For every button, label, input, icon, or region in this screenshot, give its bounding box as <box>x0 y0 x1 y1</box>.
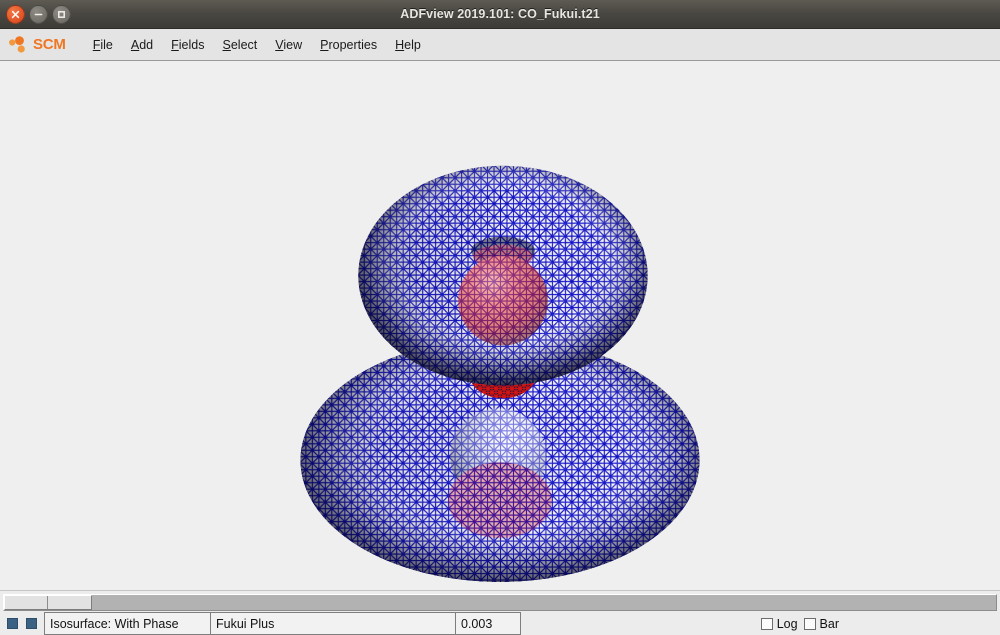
scrollbar-track[interactable] <box>3 594 997 611</box>
close-icon <box>11 10 20 18</box>
window-controls <box>0 4 71 24</box>
field-list-scrollbar[interactable] <box>0 591 1000 612</box>
field-panel: Isosurface: With Phase Fukui Plus 0.003 … <box>0 590 1000 635</box>
menu-select[interactable]: Select <box>214 34 267 56</box>
field-isovalue[interactable]: 0.003 <box>455 612 521 635</box>
menu-help[interactable]: Help <box>386 34 430 56</box>
menu-add[interactable]: Add <box>122 34 162 56</box>
minimize-button[interactable] <box>29 4 48 24</box>
log-checkbox[interactable] <box>760 617 773 630</box>
menu-fields[interactable]: Fields <box>162 34 213 56</box>
scrollbar-thumb-right <box>48 596 91 609</box>
minimize-icon <box>34 13 43 15</box>
window-title: ADFview 2019.101: CO_Fukui.t21 <box>400 7 600 21</box>
adfview-window: ADFview 2019.101: CO_Fukui.t21 SCM File … <box>0 0 1000 635</box>
isosurface-render <box>0 61 1000 590</box>
menu-file[interactable]: File <box>84 34 122 56</box>
field-name[interactable]: Fukui Plus <box>210 612 455 635</box>
molecule-viewport[interactable] <box>0 61 1000 590</box>
maximize-button[interactable] <box>52 4 71 24</box>
log-option[interactable]: Log <box>760 616 798 631</box>
maximize-icon <box>58 10 65 18</box>
window-titlebar: ADFview 2019.101: CO_Fukui.t21 <box>0 0 1000 29</box>
bar-checkbox[interactable] <box>803 617 816 630</box>
visibility-toggles <box>3 612 44 635</box>
menu-bar: SCM File Add Fields Select View Properti… <box>0 29 1000 61</box>
upper-lobe-front-mesh <box>358 165 648 386</box>
menu-view[interactable]: View <box>266 34 311 56</box>
scm-logo[interactable]: SCM <box>8 35 66 55</box>
scm-logo-text: SCM <box>33 36 66 53</box>
field-type[interactable]: Isosurface: With Phase <box>44 612 210 635</box>
visibility-toggle-a[interactable] <box>7 618 18 629</box>
menu-properties[interactable]: Properties <box>311 34 386 56</box>
field-options: Log Bar <box>760 612 1000 635</box>
scrollbar-thumb-left <box>5 596 48 609</box>
visibility-toggle-b[interactable] <box>26 618 37 629</box>
scrollbar-thumb[interactable] <box>4 595 92 610</box>
bar-option[interactable]: Bar <box>803 616 839 631</box>
close-button[interactable] <box>6 4 25 24</box>
log-label: Log <box>776 616 798 631</box>
bar-label: Bar <box>819 616 839 631</box>
scm-molecule-icon <box>9 35 25 53</box>
